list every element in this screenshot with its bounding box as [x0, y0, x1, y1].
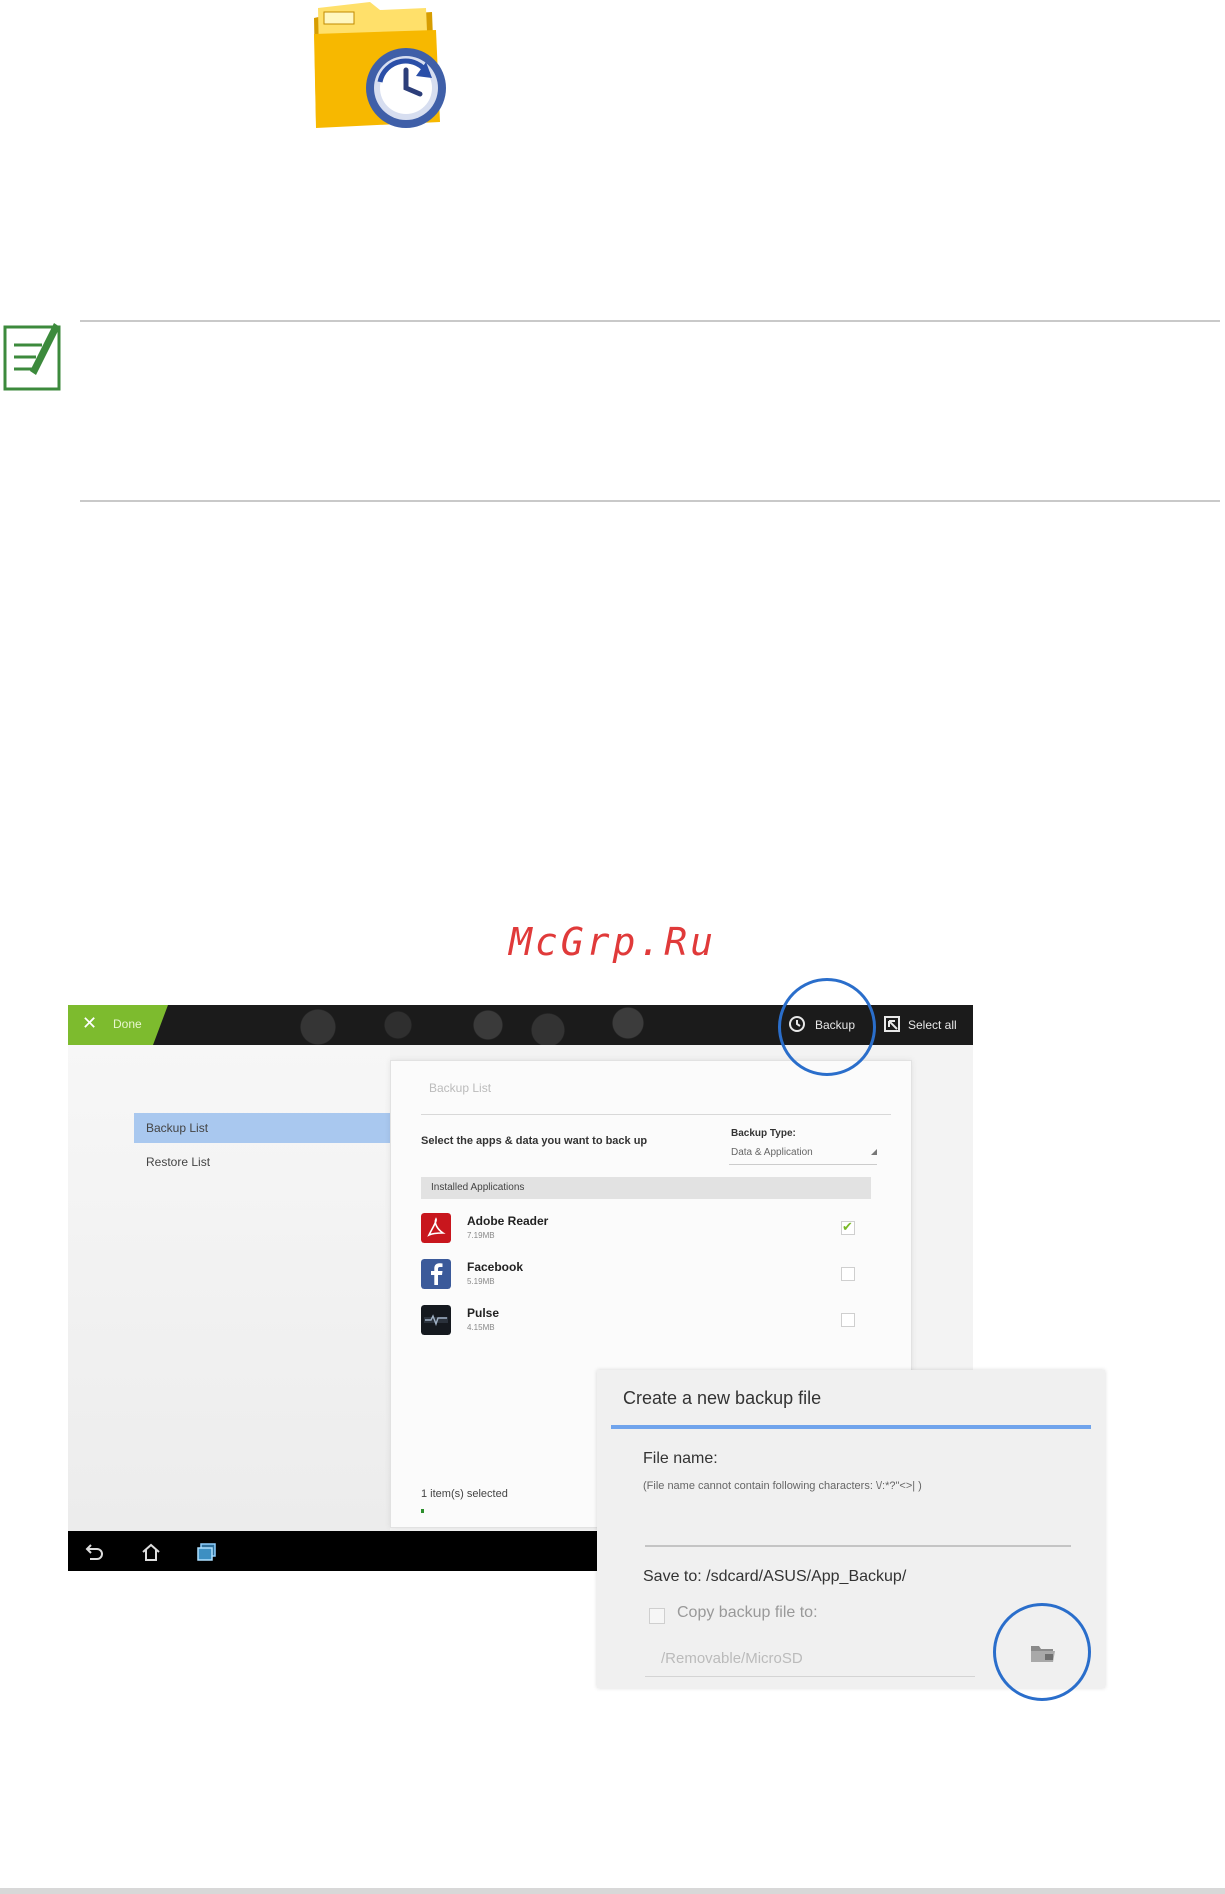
panel-title: Backup List	[429, 1081, 492, 1095]
app-checkbox[interactable]: ✔	[841, 1219, 855, 1235]
close-icon: ✕	[82, 1013, 98, 1033]
select-prompt: Select the apps & data you want to back …	[421, 1135, 648, 1147]
app-checkbox[interactable]	[841, 1313, 855, 1327]
back-icon[interactable]	[82, 1541, 104, 1563]
done-button[interactable]: ✕ Done	[68, 1005, 168, 1045]
nav-item-label: Backup List	[146, 1121, 209, 1135]
nav-item-restore-list[interactable]: Restore List	[134, 1147, 390, 1177]
app-size: 4.15MB	[467, 1323, 495, 1332]
app-row-pulse[interactable]: Pulse 4.15MB	[421, 1297, 871, 1341]
watermark: McGrp.Ru	[508, 920, 717, 964]
app-row-facebook[interactable]: Facebook 5.19MB	[421, 1251, 871, 1295]
file-name-hint: (File name cannot contain following char…	[643, 1480, 922, 1492]
backup-type-underline	[729, 1164, 877, 1165]
dialog-title: Create a new backup file	[623, 1388, 822, 1408]
app-name: Adobe Reader	[467, 1214, 549, 1228]
copy-destination-underline	[645, 1676, 975, 1677]
select-all-icon[interactable]	[883, 1015, 901, 1033]
home-icon[interactable]	[140, 1541, 162, 1563]
adobe-reader-icon	[421, 1213, 451, 1243]
highlight-circle-folder	[993, 1603, 1091, 1701]
select-all-button[interactable]: Select all	[908, 1018, 957, 1032]
page-bottom-rule	[0, 1888, 1225, 1894]
note-bottom-rule	[80, 500, 1220, 502]
note-top-rule	[80, 320, 1220, 322]
selection-status: 1 item(s) selected	[421, 1488, 508, 1500]
highlight-circle-backup	[778, 978, 876, 1076]
app-name: Pulse	[467, 1306, 500, 1320]
facebook-icon	[421, 1259, 451, 1289]
done-label: Done	[113, 1017, 142, 1031]
backup-type-select[interactable]: Data & Application	[731, 1147, 813, 1158]
app-size: 7.19MB	[467, 1231, 495, 1240]
app-size: 5.19MB	[467, 1277, 495, 1286]
check-icon: ✔	[842, 1219, 853, 1234]
app-backup-folder-icon	[314, 2, 446, 128]
backup-type-label: Backup Type:	[731, 1128, 796, 1139]
left-nav: Backup List Restore List	[68, 1045, 390, 1531]
copy-backup-label: Copy backup file to:	[677, 1604, 818, 1621]
dropdown-arrow-icon[interactable]	[871, 1149, 877, 1155]
app-checkbox[interactable]	[841, 1267, 855, 1281]
app-name: Facebook	[467, 1260, 524, 1274]
file-name-input[interactable]	[645, 1545, 1071, 1547]
file-name-label: File name:	[643, 1450, 718, 1467]
dialog-title-divider	[611, 1425, 1091, 1429]
pulse-icon	[421, 1305, 451, 1335]
save-to-path: Save to: /sdcard/ASUS/App_Backup/	[643, 1568, 907, 1585]
copy-destination-path[interactable]: /Removable/MicroSD	[661, 1650, 803, 1667]
note-icon	[3, 323, 61, 391]
installed-apps-label: Installed Applications	[431, 1182, 525, 1193]
selection-progress	[421, 1509, 424, 1513]
recent-apps-icon[interactable]	[196, 1541, 218, 1563]
app-row-adobe-reader[interactable]: Adobe Reader 7.19MB ✔	[421, 1205, 871, 1249]
nav-item-label: Restore List	[146, 1155, 211, 1169]
nav-item-backup-list[interactable]: Backup List	[134, 1113, 390, 1143]
panel-divider	[421, 1114, 891, 1115]
installed-apps-header: Installed Applications	[421, 1177, 871, 1199]
copy-backup-checkbox[interactable]	[649, 1608, 665, 1624]
